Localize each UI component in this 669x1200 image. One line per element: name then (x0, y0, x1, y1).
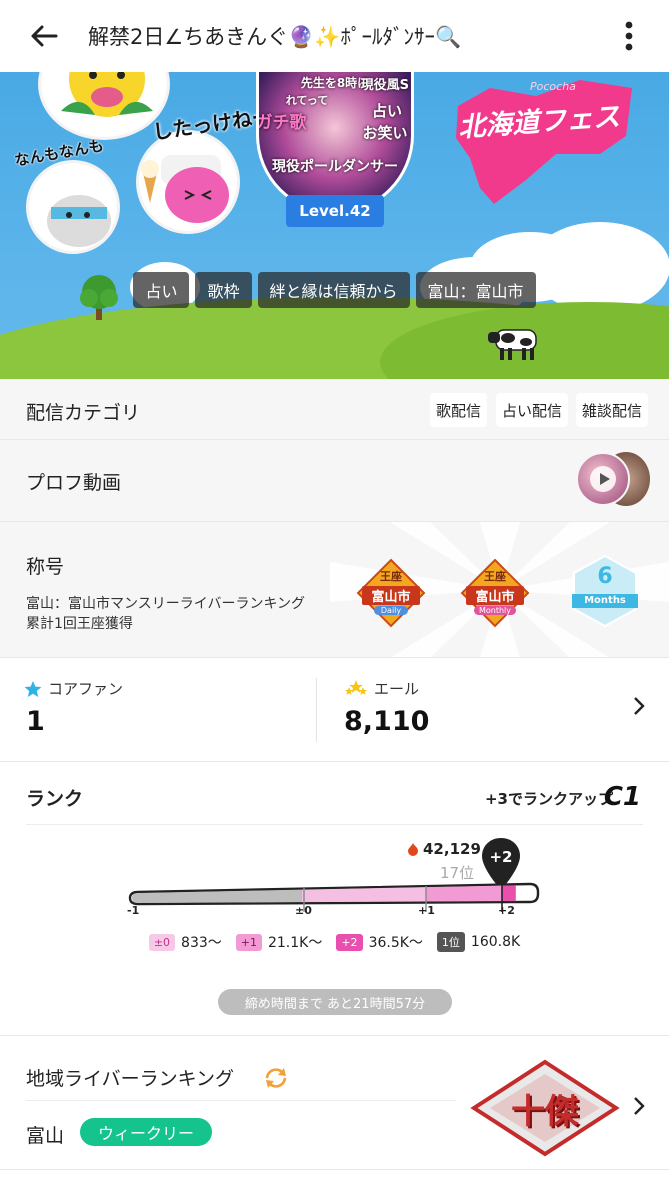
level-badge: Level.42 (286, 195, 384, 227)
star-icon (24, 680, 42, 697)
picture-text: 現役風S (360, 78, 409, 93)
core-fan-label: コアファン (48, 680, 124, 698)
picture-text: お笑い (362, 124, 408, 142)
category-pill[interactable]: 占い配信 (496, 393, 569, 427)
emblem-city: 富山市 (466, 586, 524, 605)
play-icon (590, 466, 616, 492)
fes-brand: Pococha (530, 80, 576, 93)
tag[interactable]: 歌枠 (195, 272, 252, 308)
rank-label: ランク (26, 788, 84, 810)
stream-category-row: 配信カテゴリ 歌配信 占い配信 雑談配信 (0, 379, 669, 440)
legend-chip: +2 (336, 933, 363, 951)
emblem-top: 6 (597, 564, 613, 589)
gauge-tick-label: +1 (418, 904, 435, 917)
emblem-6-months: 6 Months (570, 554, 640, 628)
legend-chip: +1 (235, 933, 262, 951)
titles-label: 称号 (26, 556, 65, 578)
yell-value: 8,110 (344, 706, 430, 737)
core-fan-label-group: コアファン (24, 678, 123, 699)
emblem-top: 王座 (484, 570, 506, 583)
current-rank-badge: C1 (603, 782, 641, 812)
profile-movie-label: プロフ動画 (26, 472, 122, 494)
rank-legend: ±0 833〜 +1 21.1K〜 +2 36.5K〜 1位 160.8K (0, 932, 669, 952)
period-badge[interactable]: ウィークリー (80, 1118, 213, 1146)
gauge-tick-label: -1 (127, 904, 140, 917)
rank-section: ランク +3でランクアップ C1 42,129 17位 +2 -1 ±0 +1 … (0, 762, 669, 1036)
emblem-city: 富山市 (362, 586, 420, 605)
chevron-right-icon[interactable] (633, 1094, 645, 1122)
category-label: 配信カテゴリ (26, 402, 141, 424)
emblem-period: Daily (374, 606, 408, 615)
top-ten-text: 十傑 (511, 1092, 579, 1132)
legend-value: 36.5K〜 (368, 935, 423, 951)
picture-text: 占い (371, 102, 402, 120)
rank-up-text: +3でランクアップ (484, 790, 613, 808)
gauge-fill (502, 885, 516, 902)
deadline-pill: 締め時間まで あと21時間57分 (218, 989, 452, 1015)
yell-label: エール (374, 680, 420, 698)
fan-stats-row[interactable]: コアファン 1 エール 8,110 (0, 658, 669, 762)
rank-points: 42,129 (423, 840, 481, 858)
legend-item: +1 21.1K〜 (235, 932, 323, 952)
titles-row[interactable]: 称号 富山：富山市マンスリーライバーランキング累計1回王座獲得 王座 富山市 D… (0, 522, 669, 658)
category-pill[interactable]: 歌配信 (430, 393, 488, 427)
divider (316, 678, 317, 742)
region-ranking-label: 地域ライバーランキング (26, 1068, 235, 1090)
refresh-icon[interactable] (262, 1066, 290, 1090)
cow-icon (488, 329, 537, 360)
emblem-top: 王座 (380, 570, 402, 583)
rank-points-group: 42,129 (406, 840, 481, 858)
region-prefecture: 富山 (26, 1125, 65, 1147)
profile-banner: なんもなんも したっけねー 先生を8時に 現役風S れてって ガチ歌 占い お笑… (0, 72, 669, 379)
emblem-period: Monthly (474, 606, 516, 615)
legend-item: ±0 833〜 (148, 932, 222, 952)
movie-thumbnail[interactable] (576, 452, 630, 506)
fire-icon (408, 843, 418, 856)
top-bar: 解禁2日∠ちあきんぐ🔮✨ﾎﾟｰﾙﾀﾞﾝｻｰ🔍 (0, 0, 669, 72)
back-arrow-icon[interactable] (14, 6, 74, 66)
profile-movie-row[interactable]: プロフ動画 (0, 440, 669, 522)
more-vertical-icon[interactable] (611, 14, 647, 58)
region-ranking-row[interactable]: 地域ライバーランキング 富山 ウィークリー 十傑 (0, 1036, 669, 1170)
page-title: 解禁2日∠ちあきんぐ🔮✨ﾎﾟｰﾙﾀﾞﾝｻｰ🔍 (88, 25, 462, 49)
gauge-tick-label: ±0 (295, 904, 312, 917)
gauge-tick-label: +2 (498, 904, 515, 917)
tag[interactable]: 占い (133, 272, 190, 308)
emblem-monthly-throne: 王座 富山市 Monthly (460, 558, 530, 628)
emblem-period: Months (584, 595, 626, 606)
sticker-pink-character (136, 130, 240, 234)
rank-position: 17位 (440, 864, 475, 882)
profile-tags: 占い 歌枠 絆と縁は信頼から 富山：富山市 (0, 272, 669, 308)
sticker-yellow-character (38, 72, 170, 140)
rank-marker-label: +2 (489, 848, 513, 866)
category-pill[interactable]: 雑談配信 (576, 393, 649, 427)
legend-item: 1位 160.8K (436, 932, 521, 952)
chevron-right-icon[interactable] (633, 694, 645, 722)
sticker-seal-character (26, 160, 120, 254)
yell-label-group: エール (344, 678, 419, 699)
stars-icon (345, 679, 367, 695)
divider (26, 824, 643, 825)
tag[interactable]: 富山：富山市 (415, 272, 536, 308)
legend-chip: ±0 (148, 933, 176, 951)
rank-gauge (128, 882, 540, 912)
legend-item: +2 36.5K〜 (336, 932, 423, 952)
legend-value: 833〜 (181, 935, 222, 951)
tag[interactable]: 絆と縁は信頼から (257, 272, 410, 308)
legend-value: 160.8K (470, 934, 521, 950)
profile-picture[interactable]: 先生を8時に 現役風S れてって ガチ歌 占い お笑い 現役ポールダンサー (256, 72, 414, 214)
legend-value: 21.1K〜 (267, 935, 323, 951)
divider (26, 1100, 456, 1101)
gauge-segment-1 (426, 885, 502, 902)
core-fan-value: 1 (26, 706, 45, 737)
legend-chip: 1位 (436, 932, 465, 952)
gauge-segment-0 (302, 887, 426, 903)
emblem-daily-throne: 王座 富山市 Daily (356, 558, 426, 628)
titles-description: 富山：富山市マンスリーライバーランキング累計1回王座獲得 (26, 596, 306, 632)
picture-text: 現役ポールダンサー (272, 159, 398, 175)
